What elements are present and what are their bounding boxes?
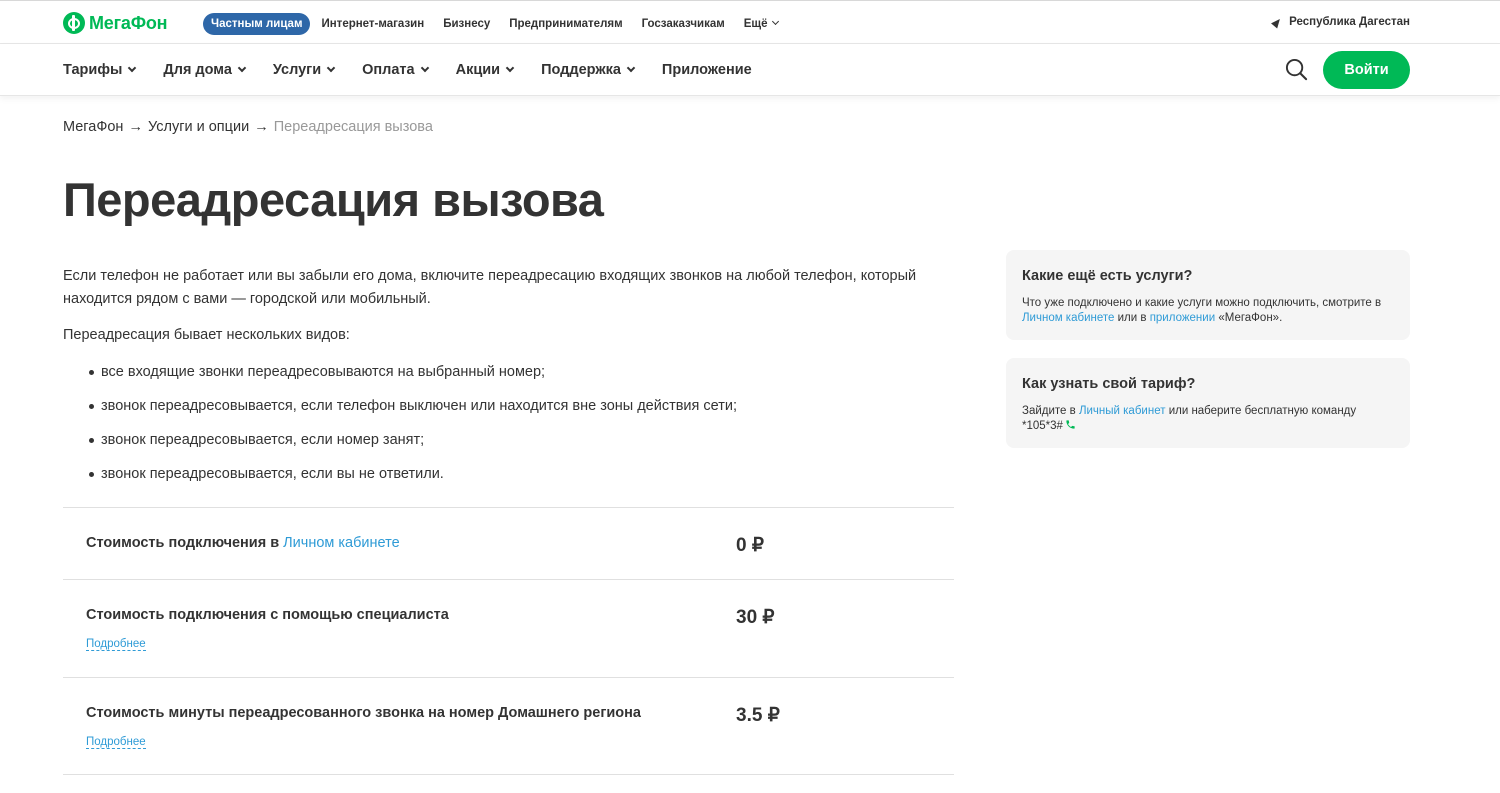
- nav-payment-label: Оплата: [362, 62, 415, 78]
- tariff-card-title: Как узнать свой тариф?: [1022, 376, 1196, 392]
- tariff-card-text-1: Зайдите в: [1022, 405, 1076, 417]
- logo-mark-icon: [63, 12, 85, 34]
- personal-account-link[interactable]: Личном кабинете: [283, 535, 400, 551]
- nav-payment[interactable]: Оплата: [362, 62, 429, 78]
- chevron-down-icon: [771, 17, 779, 25]
- chevron-down-icon: [128, 63, 137, 73]
- region-label: Республика Дагестан: [1289, 16, 1410, 28]
- login-button[interactable]: Войти: [1323, 51, 1410, 89]
- breadcrumb: МегаФон → Услуги и опции → Переадресация…: [63, 119, 433, 135]
- nav-services[interactable]: Услуги: [272, 62, 336, 78]
- chevron-down-icon: [420, 63, 429, 73]
- price-value: 0 ₽: [736, 535, 764, 556]
- app-link[interactable]: приложении: [1150, 312, 1215, 324]
- segment-nav: Частным лицам Интернет-магазин Бизнесу П…: [203, 12, 797, 35]
- services-card-text: Что уже подключено и какие услуги можно …: [1022, 296, 1394, 326]
- breadcrumb-home[interactable]: МегаФон: [63, 119, 123, 135]
- tariff-card: Как узнать свой тариф? Зайдите в Личный …: [1006, 358, 1410, 448]
- nav-home-label: Для дома: [163, 62, 232, 78]
- types-list: все входящие звонки переадресовываются н…: [63, 361, 953, 486]
- list-item: звонок переадресовывается, если телефон …: [63, 395, 953, 418]
- services-card-text-1: Что уже подключено и какие услуги можно …: [1022, 297, 1382, 309]
- more-link[interactable]: Подробнее: [86, 638, 146, 651]
- more-link[interactable]: Подробнее: [86, 736, 146, 749]
- chevron-down-icon: [326, 63, 336, 73]
- top-bar: МегаФон Частным лицам Интернет-магазин Б…: [0, 0, 1500, 44]
- chevron-down-icon: [237, 63, 247, 73]
- nav-app[interactable]: Приложение: [662, 62, 752, 78]
- region-selector[interactable]: Республика Дагестан: [1271, 15, 1410, 29]
- price-value: 3.5 ₽: [736, 705, 780, 726]
- segment-more[interactable]: Ещё: [743, 17, 779, 30]
- nav-services-label: Услуги: [272, 62, 322, 78]
- nav-home[interactable]: Для дома: [163, 62, 247, 78]
- location-arrow-icon: [1271, 15, 1284, 29]
- price-value: 30 ₽: [736, 607, 775, 628]
- services-card-title: Какие ещё есть услуги?: [1022, 268, 1193, 284]
- table-row: Стоимость минуты переадресованного звонк…: [63, 677, 954, 775]
- list-item: звонок переадресовывается, если вы не от…: [63, 463, 953, 486]
- nav-tariffs-label: Тарифы: [63, 62, 123, 78]
- price-label: Стоимость подключения с помощью специали…: [86, 607, 449, 623]
- segment-entrepreneurs[interactable]: Предпринимателям: [509, 18, 622, 30]
- services-card-text-2: или в: [1117, 312, 1147, 324]
- segment-more-label: Ещё: [743, 17, 768, 30]
- nav-tariffs[interactable]: Тарифы: [63, 62, 137, 78]
- page-title: Переадресация вызова: [63, 173, 604, 226]
- intro-text: Если телефон не работает или вы забыли е…: [63, 268, 917, 307]
- search-icon[interactable]: [1285, 58, 1308, 81]
- nav-promos-label: Акции: [455, 62, 501, 78]
- services-card-text-3: «МегаФон».: [1218, 312, 1283, 324]
- phone-icon[interactable]: [1065, 419, 1076, 430]
- main-nav: Тарифы Для дома Услуги Оплата Акции Подд…: [0, 44, 1500, 96]
- personal-account-link[interactable]: Личный кабинет: [1079, 405, 1166, 417]
- segment-business[interactable]: Бизнесу: [443, 18, 490, 30]
- megafon-logo[interactable]: МегаФон: [63, 12, 168, 34]
- price-label: Стоимость минуты переадресованного звонк…: [86, 705, 641, 721]
- segment-government[interactable]: Госзаказчикам: [642, 18, 725, 30]
- segment-shop[interactable]: Интернет-магазин: [321, 18, 424, 30]
- price-table: Стоимость подключения в Личном кабинете …: [63, 507, 954, 775]
- breadcrumb-current: Переадресация вызова: [273, 119, 433, 135]
- list-item: звонок переадресовывается, если номер за…: [63, 429, 953, 452]
- breadcrumb-separator: →: [254, 119, 269, 135]
- segment-private[interactable]: Частным лицам: [203, 12, 311, 35]
- chevron-down-icon: [626, 63, 636, 73]
- logo-text: МегаФон: [89, 12, 168, 33]
- breadcrumb-separator: →: [128, 119, 143, 135]
- breadcrumb-services[interactable]: Услуги и опции: [148, 119, 249, 135]
- types-intro: Переадресация бывает нескольких видов:: [63, 327, 350, 343]
- nav-support[interactable]: Поддержка: [541, 62, 636, 78]
- service-description: Если телефон не работает или вы забыли е…: [63, 265, 953, 497]
- price-label-text: Стоимость подключения в: [86, 535, 280, 551]
- tariff-card-text-2: или наберите бесплатную команду: [1168, 405, 1357, 417]
- list-item: все входящие звонки переадресовываются н…: [63, 361, 953, 384]
- nav-support-label: Поддержка: [541, 62, 621, 78]
- table-row: Стоимость подключения с помощью специали…: [63, 579, 954, 677]
- ussd-command[interactable]: *105*3#: [1022, 420, 1063, 432]
- nav-promos[interactable]: Акции: [455, 62, 515, 78]
- services-card: Какие ещё есть услуги? Что уже подключен…: [1006, 250, 1410, 340]
- table-row: Стоимость подключения в Личном кабинете …: [63, 507, 954, 579]
- tariff-card-text: Зайдите в Личный кабинет или наберите бе…: [1022, 404, 1394, 434]
- chevron-down-icon: [505, 63, 515, 73]
- price-label: Стоимость подключения в Личном кабинете: [86, 535, 400, 551]
- personal-account-link[interactable]: Личном кабинете: [1022, 312, 1114, 324]
